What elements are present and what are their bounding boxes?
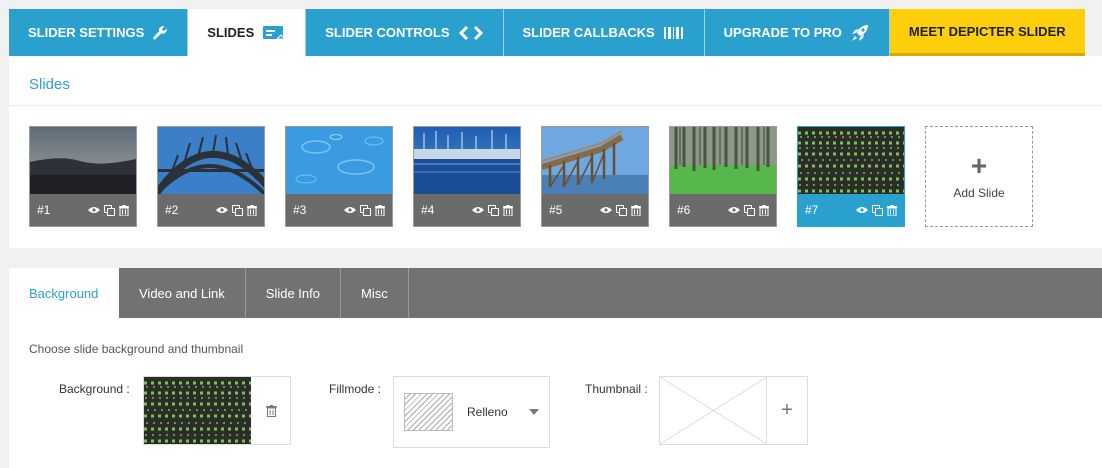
fillmode-label: Fillmode : [329, 382, 382, 396]
slide-item[interactable]: #1 [29, 126, 137, 227]
duplicate-icon[interactable] [359, 204, 371, 216]
trash-icon[interactable] [502, 204, 514, 216]
code-arrows-icon [458, 25, 484, 41]
tab-slider-controls[interactable]: SLIDER CONTROLS [306, 9, 504, 56]
tab-slides[interactable]: SLIDES [188, 9, 307, 56]
eye-icon[interactable] [472, 204, 484, 216]
slides-panel: Slides #1 #2 #3 #4 #5 #6 #7 + Add Slide [9, 56, 1102, 248]
tab-label: UPGRADE TO PRO [723, 25, 842, 40]
wrench-icon [152, 25, 168, 41]
duplicate-icon[interactable] [487, 204, 499, 216]
background-image-preview[interactable] [144, 377, 251, 444]
slide-number: #4 [421, 203, 435, 217]
barcode-icon [663, 25, 685, 41]
slide-number: #1 [37, 203, 51, 217]
duplicate-icon[interactable] [743, 204, 755, 216]
tab-label: SLIDER CALLBACKS [522, 25, 655, 40]
slide-thumbnail-dusk-sky [30, 127, 136, 194]
eye-icon[interactable] [728, 204, 740, 216]
eye-icon[interactable] [344, 204, 356, 216]
slide-item-active[interactable]: #7 [797, 126, 905, 227]
tab-label: SLIDER CONTROLS [325, 25, 450, 40]
add-slide-button[interactable]: + Add Slide [925, 126, 1033, 227]
tab-meet-depicter-slider[interactable]: MEET DEPICTER SLIDER [889, 9, 1085, 56]
fillmode-value: Relleno [467, 405, 508, 419]
slide-number: #6 [677, 203, 691, 217]
background-picker[interactable] [143, 376, 291, 445]
eye-icon[interactable] [216, 204, 228, 216]
slide-thumbnail-forest [670, 127, 776, 194]
tab-video-and-link[interactable]: Video and Link [119, 268, 246, 318]
tab-background[interactable]: Background [9, 268, 119, 318]
thumbnail-picker[interactable]: + [659, 376, 808, 445]
chevron-down-icon [529, 409, 539, 415]
plus-icon[interactable]: + [767, 377, 807, 444]
slides-icon [262, 24, 287, 42]
slides-panel-title: Slides [9, 56, 1102, 106]
slides-list: #1 #2 #3 #4 #5 #6 #7 + Add Slide [29, 126, 1033, 227]
trash-icon[interactable] [251, 377, 291, 444]
fillmode-preview-icon [404, 393, 453, 431]
settings-tab-bar: Background Video and Link Slide Info Mis… [9, 268, 1102, 318]
thumbnail-placeholder [659, 376, 768, 445]
slide-item[interactable]: #2 [157, 126, 265, 227]
slide-thumbnail-steel-bridge [158, 127, 264, 194]
slide-thumbnail-water-ripples [286, 127, 392, 194]
thumbnail-label: Thumbnail : [585, 382, 648, 396]
slide-item[interactable]: #6 [669, 126, 777, 227]
rocket-icon [850, 23, 870, 43]
tab-upgrade-to-pro[interactable]: UPGRADE TO PRO [704, 9, 890, 56]
duplicate-icon[interactable] [103, 204, 115, 216]
background-label: Background : [59, 382, 130, 396]
slide-thumbnail-wooden-bridge [542, 127, 648, 194]
tab-slide-info[interactable]: Slide Info [246, 268, 341, 318]
slide-number: #2 [165, 203, 179, 217]
slide-item[interactable]: #4 [413, 126, 521, 227]
trash-icon[interactable] [630, 204, 642, 216]
slide-item[interactable]: #3 [285, 126, 393, 227]
add-slide-label: Add Slide [953, 185, 1005, 200]
tab-label: MEET DEPICTER SLIDER [908, 23, 1066, 39]
slide-item[interactable]: #5 [541, 126, 649, 227]
slide-thumbnail-harbor-boats [414, 127, 520, 194]
slide-number: #7 [805, 203, 819, 217]
slide-thumbnail-crop-field [798, 127, 904, 194]
duplicate-icon[interactable] [615, 204, 627, 216]
eye-icon[interactable] [600, 204, 612, 216]
duplicate-icon[interactable] [871, 204, 883, 216]
top-tab-bar: SLIDER SETTINGS SLIDES SLIDER CONTROLS S… [9, 9, 1085, 56]
slide-number: #5 [549, 203, 563, 217]
trash-icon[interactable] [374, 204, 386, 216]
trash-icon[interactable] [758, 204, 770, 216]
tab-label: SLIDES [207, 25, 255, 40]
tab-label: SLIDER SETTINGS [28, 25, 145, 40]
tab-slider-settings[interactable]: SLIDER SETTINGS [9, 9, 189, 56]
trash-icon[interactable] [118, 204, 130, 216]
tab-slider-callbacks[interactable]: SLIDER CALLBACKS [503, 9, 705, 56]
trash-icon[interactable] [886, 204, 898, 216]
fillmode-select[interactable]: Relleno [393, 376, 550, 448]
slide-number: #3 [293, 203, 307, 217]
slide-settings-panel: Background Video and Link Slide Info Mis… [9, 268, 1102, 468]
duplicate-icon[interactable] [231, 204, 243, 216]
trash-icon[interactable] [246, 204, 258, 216]
eye-icon[interactable] [856, 204, 868, 216]
eye-icon[interactable] [88, 204, 100, 216]
plus-icon: + [970, 149, 988, 181]
background-hint: Choose slide background and thumbnail [29, 342, 244, 356]
tab-misc[interactable]: Misc [341, 268, 409, 318]
